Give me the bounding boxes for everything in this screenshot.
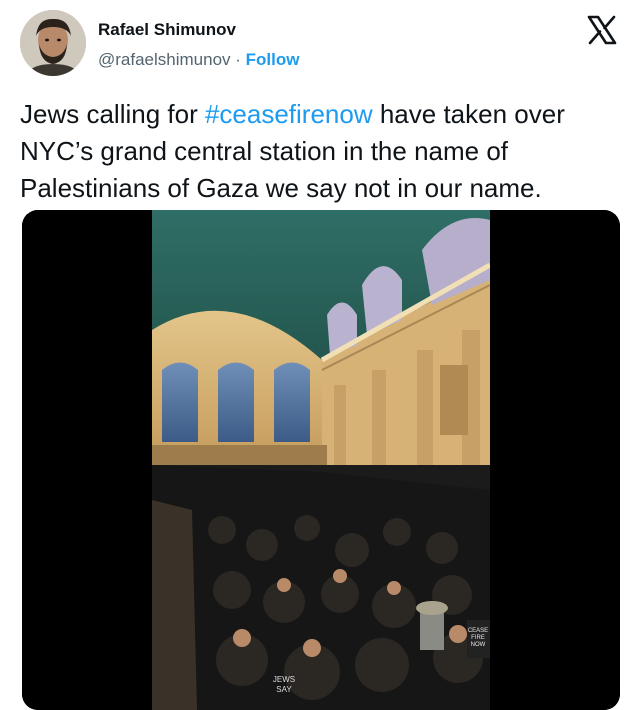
tweet-text: Jews calling for #ceasefirenow have take…	[20, 96, 620, 207]
author-handle-line: @rafaelshimunov · Follow	[98, 50, 299, 70]
hashtag-link[interactable]: #ceasefirenow	[205, 99, 373, 129]
shirt-text-2: SAY	[276, 685, 292, 694]
sign-text-2: FIRE	[471, 635, 485, 641]
sign-text-3: NOW	[471, 642, 486, 648]
author-handle[interactable]: @rafaelshimunov	[98, 50, 231, 69]
author-name[interactable]: Rafael Shimunov	[98, 20, 236, 40]
tweet-header: Rafael Shimunov @rafaelshimunov · Follow	[20, 8, 622, 80]
x-logo-icon[interactable]	[586, 14, 618, 46]
shirt-text: JEWS	[273, 675, 295, 684]
sign-text: CEASE	[468, 628, 488, 634]
avatar-image	[20, 10, 86, 76]
video-frame: CEASE FIRE NOW JEWS SAY	[22, 210, 620, 710]
follow-button[interactable]: Follow	[246, 50, 300, 69]
tweet-text-start: Jews calling for	[20, 99, 205, 129]
separator-dot: ·	[230, 50, 246, 69]
avatar[interactable]	[20, 10, 86, 76]
tweet-video[interactable]: CEASE FIRE NOW JEWS SAY	[22, 210, 620, 710]
